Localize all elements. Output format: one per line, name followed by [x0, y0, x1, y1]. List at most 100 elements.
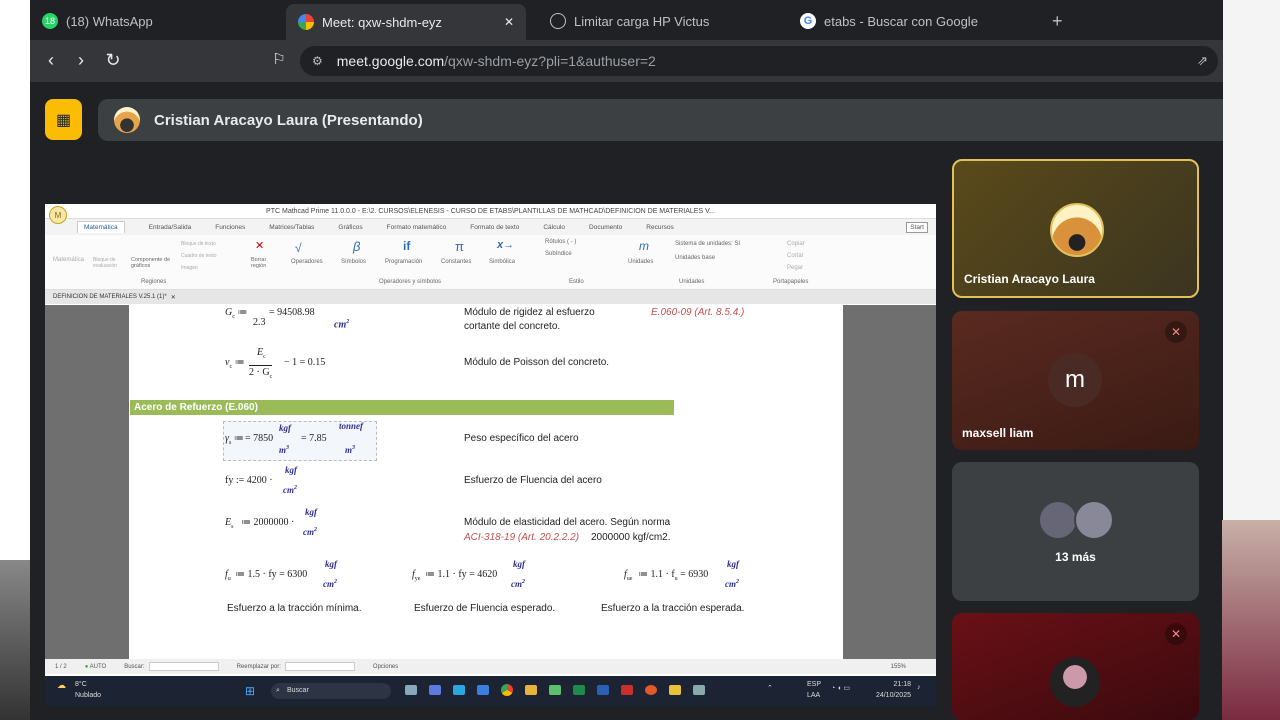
- new-tab-button[interactable]: +: [1040, 6, 1075, 36]
- site-info-icon[interactable]: ⚙: [312, 54, 323, 68]
- bell-icon[interactable]: ♪: [917, 684, 921, 691]
- matematica-button[interactable]: Matemática: [53, 257, 84, 263]
- document-tab-label: DEFINICION DE MATERIALES V.25.1 (1)*: [53, 294, 167, 300]
- docs-icon[interactable]: [477, 685, 489, 695]
- start-button[interactable]: Start: [906, 221, 928, 233]
- stop-presenting-icon[interactable]: ▦: [45, 99, 82, 140]
- copiar-button[interactable]: Copiar: [787, 241, 805, 247]
- teams-icon[interactable]: [429, 685, 441, 695]
- unit-cm: cm: [725, 579, 736, 589]
- excel-icon[interactable]: [573, 685, 585, 695]
- reemplazar-input[interactable]: [284, 662, 355, 671]
- acero-section: γs ≔ = 7850 kgf m3 = 7.85 tonnef m3 Peso…: [129, 415, 843, 659]
- tab-whatsapp[interactable]: 18 (18) WhatsApp: [30, 6, 280, 36]
- taskbar-search[interactable]: ⌕ Buscar: [271, 683, 391, 699]
- sistema-label: Sistema de unidades:: [675, 241, 733, 247]
- tab-calculo[interactable]: Cálculo: [543, 224, 565, 231]
- pegar-button[interactable]: Pegar: [787, 265, 803, 271]
- fye-unit-den: cm2: [511, 579, 525, 589]
- cortar-button[interactable]: Cortar: [787, 253, 804, 259]
- tab-matrices[interactable]: Matrices/Tablas: [269, 224, 314, 231]
- pdf-icon[interactable]: [621, 685, 633, 695]
- share-icon[interactable]: ⇗: [1197, 53, 1208, 69]
- rotulos-label[interactable]: Rótulos ( - ): [545, 239, 576, 245]
- programacion-button[interactable]: Programación: [385, 259, 422, 265]
- fy-description: Esfuerzo de Fluencia del acero: [464, 475, 602, 486]
- word-icon[interactable]: [597, 685, 609, 695]
- bloque-evaluacion-button[interactable]: Bloque de evaluación: [93, 257, 127, 269]
- unit-cm: cm: [283, 485, 294, 495]
- opciones-button[interactable]: Opciones: [373, 664, 398, 670]
- close-doc-icon[interactable]: ✕: [171, 294, 176, 301]
- wifi-icon[interactable]: ◔ ◖ ▭: [831, 684, 850, 692]
- tab-limitar-carga[interactable]: Limitar carga HP Victus: [538, 6, 778, 36]
- forward-icon[interactable]: ›: [70, 50, 92, 71]
- operadores-button[interactable]: Operadores: [291, 259, 323, 265]
- tab-documento[interactable]: Documento: [589, 224, 622, 231]
- borrar-region-button[interactable]: Borrar región: [251, 257, 275, 269]
- windows-taskbar: ☁ 8°C Nublado ⊞ ⌕ Buscar ⌃ ESP LAA ◔ ◖ ▭ …: [45, 676, 936, 706]
- avatar: m: [1048, 353, 1102, 407]
- componente-graficos-button[interactable]: Componente de gráficos: [131, 257, 171, 269]
- tab-label: Limitar carga HP Victus: [574, 13, 710, 29]
- avatar: [1038, 500, 1078, 540]
- bloque-texto-button[interactable]: Bloque de texto: [181, 241, 216, 247]
- subindice-button[interactable]: Subíndice: [545, 251, 572, 257]
- tab-entrada-salida[interactable]: Entrada/Salida: [149, 224, 192, 231]
- clock-time: 21:18: [893, 681, 911, 688]
- borrar-region-icon: ✕: [255, 240, 265, 252]
- tab-meet[interactable]: Meet: qxw-shdm-eyz ✕: [286, 4, 526, 40]
- chrome-icon[interactable]: [501, 684, 513, 696]
- participant-tile-4[interactable]: ✕: [952, 613, 1199, 720]
- tab-formato-matematico[interactable]: Formato matemático: [387, 224, 447, 231]
- tab-recursos[interactable]: Recursos: [646, 224, 673, 231]
- app2-icon[interactable]: [645, 685, 657, 695]
- url-host: meet.google.com: [336, 53, 445, 69]
- address-bar[interactable]: ⚙ meet.google.com/qxw-shdm-eyz?pli=1&aut…: [300, 46, 1218, 76]
- vc-den-text: 2 · G: [249, 367, 270, 378]
- browser-toolbar: ‹ › ↻ ⚐ ⚙ meet.google.com/qxw-shdm-eyz?p…: [30, 40, 1223, 82]
- windows-start-icon[interactable]: ⊞: [245, 684, 255, 698]
- app-icon[interactable]: [549, 685, 561, 695]
- bookmark-icon[interactable]: ⚐: [268, 50, 290, 68]
- participant-tile-presenter[interactable]: Cristian Aracayo Laura: [952, 159, 1199, 298]
- unit-m: m: [345, 445, 353, 455]
- reload-icon[interactable]: ↻: [102, 50, 124, 71]
- weather-desc: Nublado: [75, 692, 102, 699]
- tab-formato-texto[interactable]: Formato de texto: [470, 224, 519, 231]
- close-tab-icon[interactable]: ✕: [504, 15, 514, 29]
- presenter-bar: Cristian Aracayo Laura (Presentando): [98, 99, 1223, 141]
- participant-name: Cristian Aracayo Laura: [964, 272, 1095, 286]
- fye-expr: ≔ 1.1 · fy = 4620: [425, 569, 498, 580]
- group-regiones: Regiones: [141, 279, 167, 285]
- tab-graficos[interactable]: Gráficos: [338, 224, 362, 231]
- buscar-input[interactable]: [148, 662, 219, 671]
- taskview-icon[interactable]: [405, 685, 417, 695]
- folder-icon[interactable]: [525, 685, 537, 695]
- participant-tile-more[interactable]: 13 más: [952, 462, 1199, 601]
- mathcad-taskbar-icon[interactable]: [669, 685, 681, 695]
- zoom-level[interactable]: 155%: [891, 664, 906, 670]
- imagen-button[interactable]: Imagen: [181, 265, 198, 271]
- tab-etabs[interactable]: G etabs - Buscar con Google: [788, 6, 1038, 36]
- calc-mode[interactable]: ● AUTO: [85, 664, 107, 670]
- snipping-icon[interactable]: [693, 685, 705, 695]
- simbolica-button[interactable]: Simbólica: [489, 259, 515, 265]
- constantes-button[interactable]: Constantes: [441, 259, 471, 265]
- simbolos-button[interactable]: Símbolos: [341, 259, 366, 265]
- document-tab[interactable]: DEFINICION DE MATERIALES V.25.1 (1)* ✕: [45, 290, 936, 304]
- unidades-button[interactable]: Unidades: [628, 259, 653, 265]
- tab-matematica[interactable]: Matemática: [77, 221, 125, 233]
- back-icon[interactable]: ‹: [40, 50, 62, 71]
- sistema-unidades[interactable]: Sistema de unidades: SI: [675, 241, 740, 247]
- unidades-base-button[interactable]: Unidades base: [675, 255, 715, 261]
- gs-unit2-num: tonnef: [339, 421, 364, 431]
- participant-tile-maxsell[interactable]: ✕ m maxsell liam: [952, 311, 1199, 450]
- store-icon[interactable]: [453, 685, 465, 695]
- gc-denominator: 2.3: [253, 317, 266, 328]
- section-header-acero: Acero de Refuerzo (E.060): [130, 400, 674, 415]
- vc-description: Módulo de Poisson del concreto.: [464, 357, 610, 368]
- chevron-up-icon[interactable]: ⌃: [767, 684, 773, 692]
- cuadro-texto-button[interactable]: Cuadro de texto: [181, 253, 217, 259]
- tab-funciones[interactable]: Funciones: [215, 224, 245, 231]
